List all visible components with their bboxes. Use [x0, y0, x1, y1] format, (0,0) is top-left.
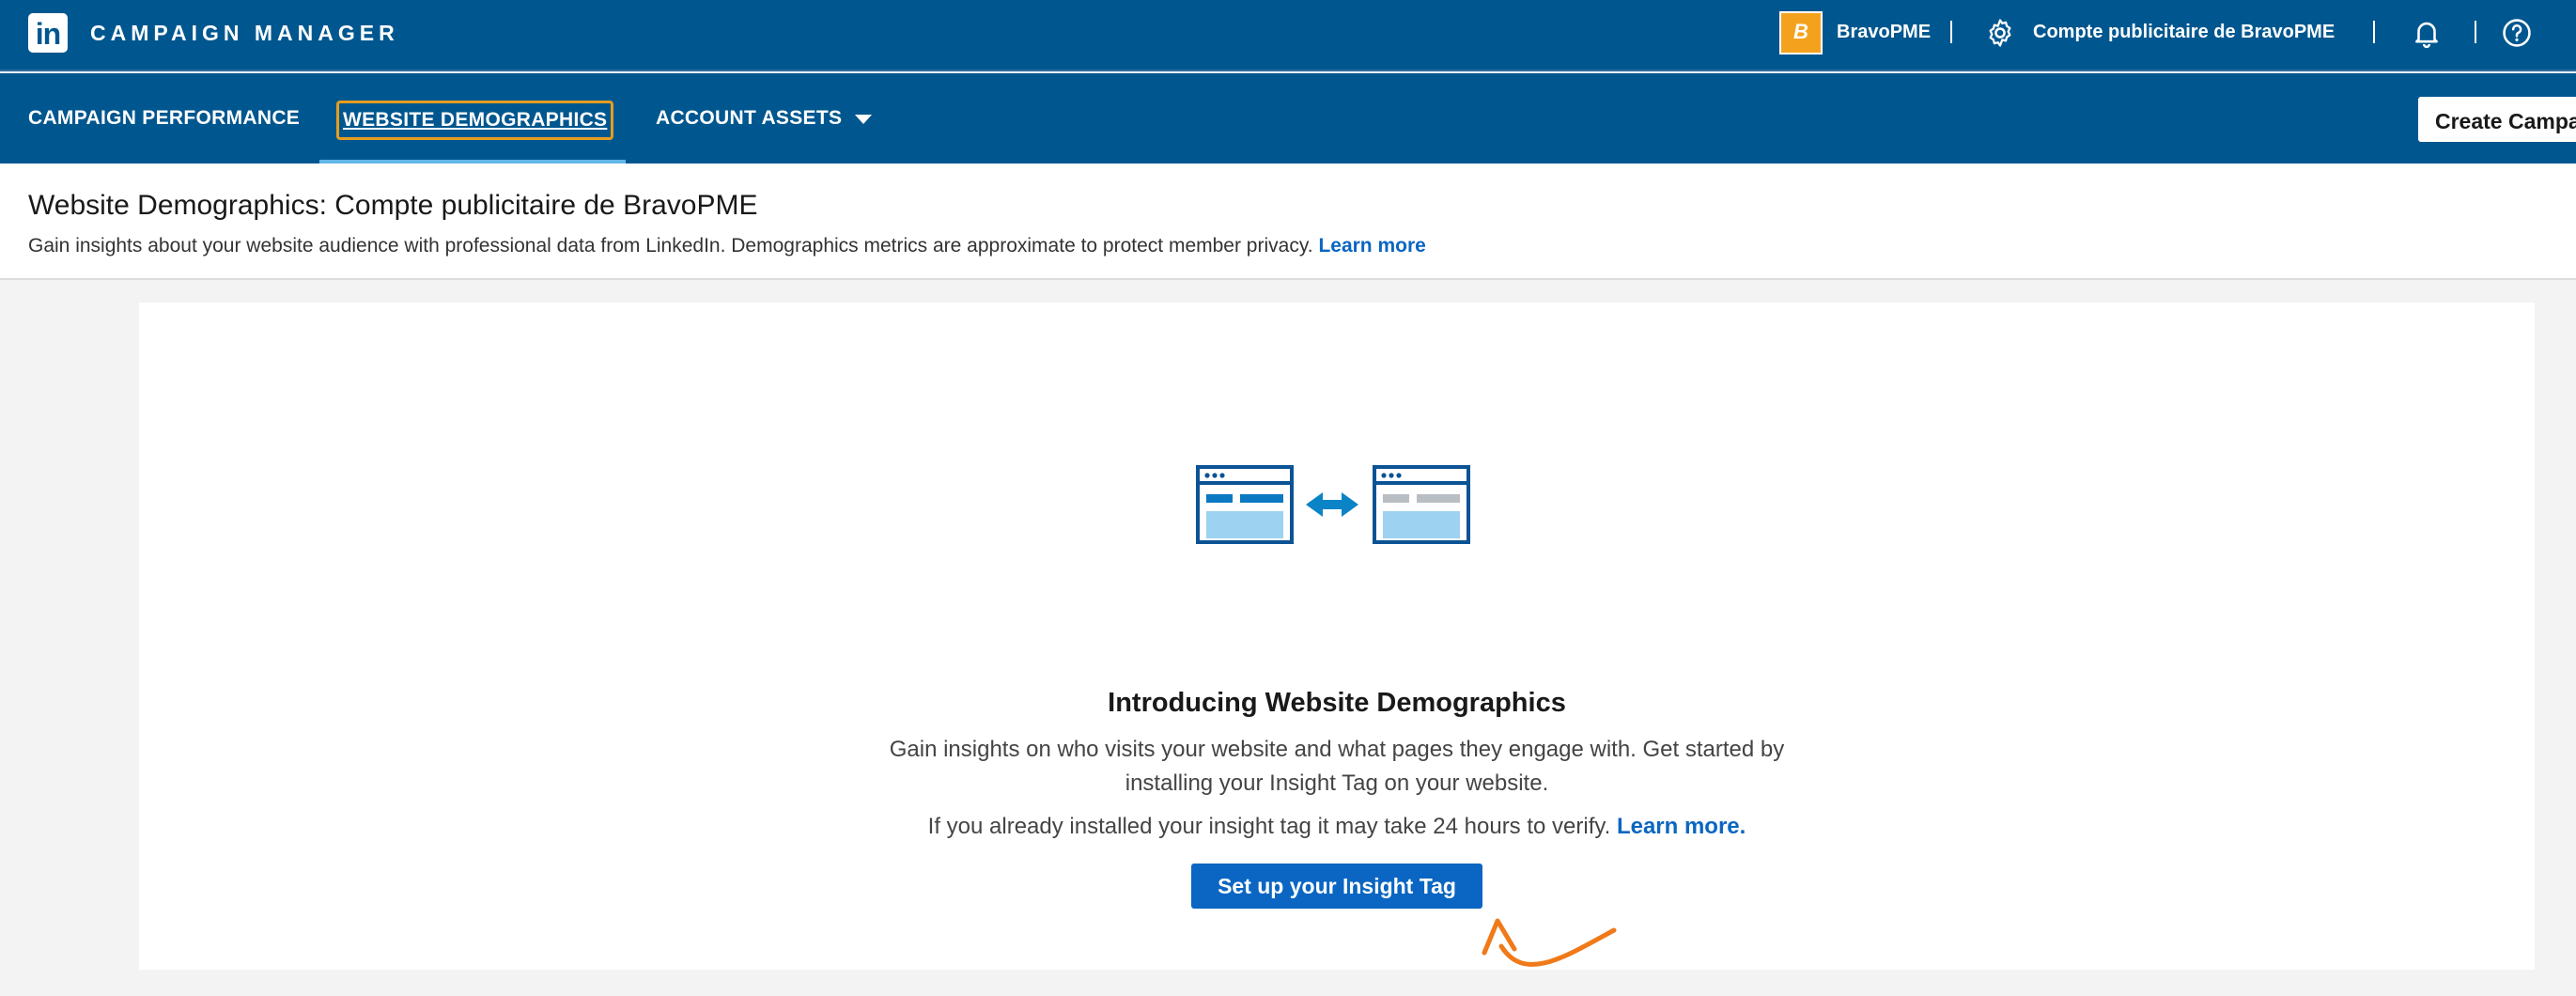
annotation-arrow-icon [1482, 918, 1617, 967]
page-subtitle-text: Gain insights about your website audienc… [28, 235, 1313, 257]
intro-description: Gain insights on who visits your website… [889, 737, 1785, 796]
help-icon[interactable] [2501, 17, 2533, 49]
tab-campaign-performance[interactable]: CAMPAIGN PERFORMANCE [28, 107, 300, 130]
main-card: Introducing Website Demographics Gain in… [139, 303, 2535, 970]
learn-more-link[interactable]: Learn more. [1617, 814, 1746, 839]
bell-icon[interactable] [2411, 17, 2443, 49]
verify-text: If you already installed your insight ta… [927, 814, 1611, 839]
chevron-down-icon[interactable] [855, 115, 872, 124]
page-subtitle: Gain insights about your website audienc… [28, 235, 1426, 257]
nav-bar: CAMPAIGN PERFORMANCE WEBSITE DEMOGRAPHIC… [0, 73, 2576, 163]
divider [1950, 21, 1952, 43]
intro-title: Introducing Website Demographics [1108, 688, 1566, 718]
top-bar: in CAMPAIGN MANAGER B BravoPME Compte pu… [0, 0, 2576, 71]
divider [2373, 21, 2375, 43]
app-title: CAMPAIGN MANAGER [90, 21, 399, 45]
page-header: Website Demographics: Compte publicitair… [0, 163, 2576, 280]
account-initial: B [1793, 20, 1808, 43]
gear-icon[interactable] [1984, 17, 2016, 49]
learn-more-link[interactable]: Learn more [1318, 235, 1425, 257]
linkedin-logo-icon[interactable]: in [28, 13, 68, 53]
account-avatar[interactable]: B [1779, 11, 1823, 54]
page-title: Website Demographics: Compte publicitair… [28, 190, 758, 221]
tab-website-demographics[interactable]: WEBSITE DEMOGRAPHICS [336, 101, 614, 140]
divider [2475, 21, 2476, 43]
create-campaign-button[interactable]: Create Campaign [2418, 97, 2576, 142]
website-sync-illustration-icon [1196, 465, 1470, 544]
setup-insight-tag-button[interactable]: Set up your Insight Tag [1191, 864, 1482, 909]
account-name[interactable]: BravoPME [1837, 22, 1931, 43]
tab-account-assets[interactable]: ACCOUNT ASSETS [656, 107, 842, 130]
ad-account-label[interactable]: Compte publicitaire de BravoPME [2033, 22, 2335, 43]
logo-text: in [35, 17, 61, 51]
verify-note: If you already installed your insight ta… [139, 814, 2535, 840]
